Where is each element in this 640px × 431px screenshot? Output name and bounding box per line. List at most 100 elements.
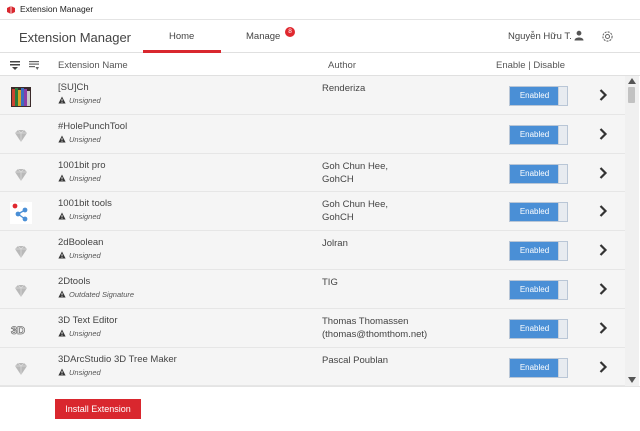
toggle-label: Enabled — [510, 164, 559, 183]
extension-name: #HolePunchTool — [58, 120, 128, 132]
warning-icon — [58, 251, 66, 259]
extension-author: Renderiza — [322, 82, 502, 95]
title-bar: Extension Manager — [0, 0, 640, 20]
svg-text:3D: 3D — [11, 325, 25, 337]
list-item[interactable]: 2dBoolean Unsigned Jolran Enabled — [0, 231, 625, 270]
chevron-right-icon[interactable] — [598, 321, 608, 335]
window-title: Extension Manager — [20, 4, 94, 14]
list-item[interactable]: 2Dtools Outdated Signature TIG Enabled — [0, 269, 625, 309]
enable-toggle[interactable]: Enabled — [509, 357, 568, 378]
gear-icon[interactable] — [601, 30, 614, 43]
extension-name: [SU]Ch — [58, 82, 89, 93]
enable-toggle[interactable]: Enabled — [509, 279, 568, 300]
scrollbar-thumb[interactable] — [628, 87, 635, 103]
extension-author: TIG — [322, 276, 502, 289]
extension-name: 1001bit pro — [58, 159, 106, 171]
enable-toggle[interactable]: Enabled — [509, 318, 568, 339]
footer: Install Extension — [0, 386, 640, 431]
share-nodes-icon — [10, 202, 32, 225]
toggle-label: Enabled — [510, 87, 559, 105]
signature-status: Unsigned — [58, 96, 101, 105]
extension-name: 1001bit tools — [58, 198, 112, 210]
chevron-right-icon[interactable] — [598, 166, 608, 180]
signature-status: Unsigned — [58, 329, 101, 338]
extension-list: [SU]Ch Unsigned Renderiza Enabled #HoleP… — [0, 76, 625, 386]
toggle-knob — [558, 358, 567, 377]
install-extension-button[interactable]: Install Extension — [55, 399, 141, 419]
warning-icon — [58, 290, 66, 298]
toggle-knob — [558, 164, 567, 183]
vertical-scrollbar[interactable] — [625, 76, 639, 386]
signature-status: Unsigned — [58, 212, 101, 221]
chevron-right-icon[interactable] — [598, 360, 608, 374]
active-tab-indicator — [143, 50, 221, 53]
extension-author: Pascal Poublan — [322, 354, 502, 367]
toggle-knob — [558, 87, 567, 105]
scroll-up-arrow-icon[interactable] — [628, 78, 636, 84]
app-brand: Extension Manager — [19, 30, 132, 45]
enable-toggle[interactable]: Enabled — [509, 241, 568, 262]
signature-status: Outdated Signature — [58, 290, 134, 299]
list-item[interactable]: 1001bit pro Unsigned Goh Chun Hee, GohCH … — [0, 153, 625, 193]
author-line-1: Goh Chun Hee, — [322, 199, 389, 211]
extension-author: Jolran — [322, 237, 502, 250]
chevron-right-icon[interactable] — [598, 243, 608, 257]
warning-icon — [58, 135, 66, 143]
sort-list-icon[interactable] — [9, 59, 21, 71]
signature-status-text: Unsigned — [69, 96, 101, 105]
author-line-1: Jolran — [322, 238, 348, 250]
chevron-right-icon[interactable] — [598, 204, 608, 218]
extension-author: Goh Chun Hee, GohCH — [322, 198, 502, 224]
toggle-knob — [558, 125, 567, 144]
signature-status-text: Unsigned — [69, 212, 101, 222]
signature-status-text: Unsigned — [69, 328, 101, 338]
tab-home[interactable]: Home — [169, 31, 194, 42]
enable-toggle[interactable]: Enabled — [509, 202, 568, 223]
extension-author — [322, 121, 502, 134]
list-item[interactable]: 1001bit tools Unsigned Goh Chun Hee, GohC… — [0, 192, 625, 232]
toggle-label: Enabled — [510, 319, 559, 338]
toggle-knob — [558, 203, 567, 222]
warning-icon — [58, 329, 66, 337]
list-item[interactable]: [SU]Ch Unsigned Renderiza Enabled — [0, 76, 625, 115]
list-item[interactable]: 3D 3D Text Editor Unsigned Thomas Thomas… — [0, 308, 625, 348]
enable-toggle[interactable]: Enabled — [509, 163, 568, 184]
tab-manage[interactable]: Manage — [246, 31, 280, 42]
app-header: Extension Manager Home Manage 8 Nguyễn H… — [0, 21, 640, 53]
chevron-right-icon[interactable] — [598, 88, 608, 102]
toggle-knob — [558, 242, 567, 261]
author-line-1: Thomas Thomassen — [322, 315, 409, 327]
enable-toggle[interactable]: Enabled — [509, 124, 568, 145]
warning-icon — [58, 368, 66, 376]
filter-list-icon[interactable] — [28, 59, 40, 71]
warning-icon — [58, 174, 66, 182]
column-enable-disable: Enable | Disable — [496, 60, 566, 71]
signature-status: Unsigned — [58, 251, 101, 260]
signature-status: Unsigned — [58, 135, 101, 144]
author-line-1: Pascal Poublan — [322, 354, 389, 366]
extension-name: 3D Text Editor — [58, 314, 118, 326]
gem-icon — [15, 245, 27, 259]
toggle-label: Enabled — [510, 242, 559, 261]
author-line-1: Renderiza — [322, 83, 366, 94]
author-line-2: GohCH — [322, 173, 354, 185]
list-item[interactable]: #HolePunchTool Unsigned Enabled — [0, 114, 625, 154]
extension-author: Goh Chun Hee, GohCH — [322, 160, 502, 186]
gem-icon — [15, 129, 27, 142]
user-icon[interactable] — [574, 30, 584, 41]
list-item[interactable]: 3DArcStudio 3D Tree Maker Unsigned Pasca… — [0, 347, 625, 386]
column-extension-name: Extension Name — [58, 60, 128, 71]
sketchup-logo-icon — [7, 6, 15, 14]
chevron-right-icon[interactable] — [598, 127, 608, 141]
extension-author: Thomas Thomassen (thomas@thomthom.net) — [322, 315, 502, 341]
column-header: Extension Name Author Enable | Disable — [0, 54, 640, 76]
scroll-down-arrow-icon[interactable] — [628, 377, 636, 383]
book-thumbnail-icon — [11, 87, 31, 107]
enable-toggle[interactable]: Enabled — [509, 86, 568, 106]
warning-icon — [58, 96, 66, 104]
signature-status-text: Unsigned — [69, 173, 101, 183]
user-name[interactable]: Nguyễn Hữu T. — [508, 31, 572, 42]
column-author: Author — [328, 60, 356, 71]
gem-icon — [15, 362, 27, 375]
chevron-right-icon[interactable] — [598, 282, 608, 296]
